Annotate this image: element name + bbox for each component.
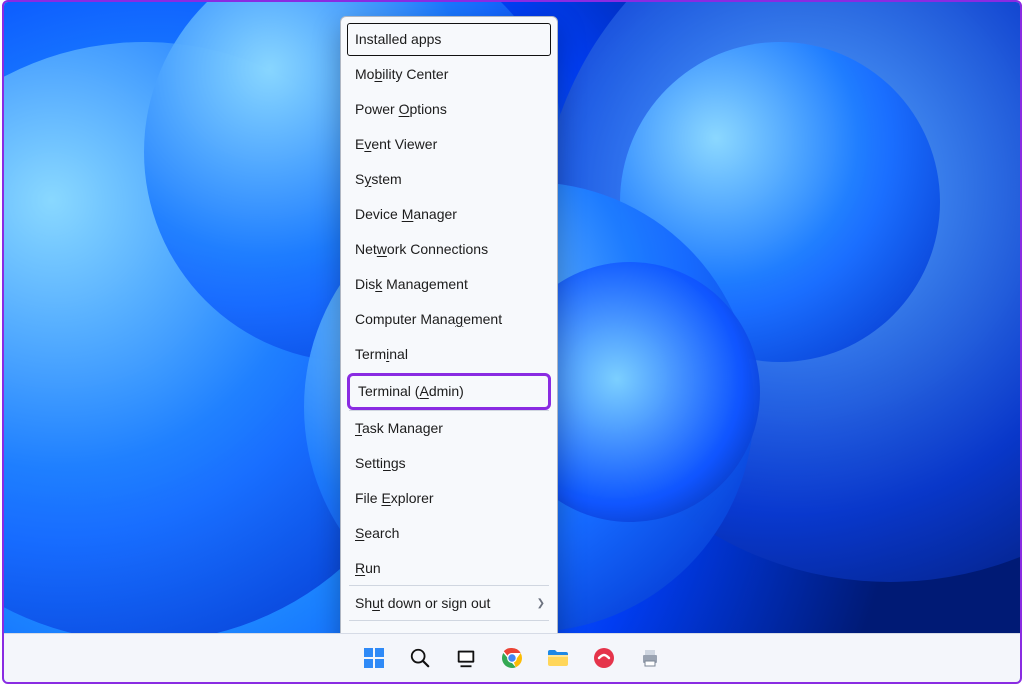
winx-item-device-manager[interactable]: Device Manager xyxy=(341,197,557,232)
mnemonic: A xyxy=(419,383,428,399)
winx-item-shut-down-or-sign-out[interactable]: Shut down or sign out ❯ xyxy=(341,586,557,621)
menu-item-label: gs xyxy=(391,455,406,471)
winx-item-installed-apps[interactable]: Installed apps xyxy=(347,23,551,56)
menu-item-label: Net xyxy=(355,241,377,257)
menu-item-label: Terminal ( xyxy=(358,383,419,399)
menu-item-label: Sh xyxy=(355,595,372,611)
menu-item-label: anager xyxy=(413,206,457,222)
mnemonic: w xyxy=(377,241,387,257)
folder-icon xyxy=(546,646,570,670)
menu-item-label: Power xyxy=(355,101,399,117)
menu-item-label: ptions xyxy=(409,101,446,117)
winx-item-power-options[interactable]: Power Options xyxy=(341,92,557,127)
chrome-icon xyxy=(500,646,524,670)
mnemonic: u xyxy=(372,595,380,611)
menu-item-label: Term xyxy=(355,346,386,362)
menu-item-label: Mo xyxy=(355,66,374,82)
taskbar xyxy=(4,633,1020,682)
menu-item-label: t down or sign out xyxy=(380,595,491,611)
winx-context-menu: Installed appsMobility CenterPower Optio… xyxy=(340,16,558,661)
mnemonic: R xyxy=(355,560,365,576)
winx-item-search[interactable]: Search xyxy=(341,516,557,551)
task-view-icon xyxy=(455,647,477,669)
winx-item-computer-management[interactable]: Computer Management xyxy=(341,302,557,337)
winx-item-mobility-center[interactable]: Mobility Center xyxy=(341,57,557,92)
menu-item-label: un xyxy=(365,560,381,576)
winx-item-network-connections[interactable]: Network Connections xyxy=(341,232,557,267)
search-icon xyxy=(409,647,431,669)
menu-item-label: ask Manager xyxy=(362,420,443,436)
printer-icon xyxy=(638,646,662,670)
chevron-right-icon: ❯ xyxy=(537,595,545,613)
menu-item-label: stem xyxy=(371,171,401,187)
mnemonic: n xyxy=(383,455,391,471)
winx-item-terminal-admin[interactable]: Terminal (Admin) xyxy=(347,373,551,410)
menu-item-label: dmin) xyxy=(429,383,464,399)
menu-item-label: earch xyxy=(364,525,399,541)
menu-item-label: Management xyxy=(382,276,468,292)
start-button[interactable] xyxy=(356,640,392,676)
menu-item-label: ement xyxy=(463,311,502,327)
winx-item-system[interactable]: System xyxy=(341,162,557,197)
printer-button[interactable] xyxy=(632,640,668,676)
mnemonic: O xyxy=(399,101,410,117)
media-app-button[interactable] xyxy=(586,640,622,676)
menu-item-label: ork Connections xyxy=(387,241,488,257)
task-view-button[interactable] xyxy=(448,640,484,676)
menu-item-label: nal xyxy=(389,346,408,362)
file-explorer-button[interactable] xyxy=(540,640,576,676)
windows-logo-icon xyxy=(362,646,386,670)
menu-item-label: xplorer xyxy=(391,490,434,506)
menu-item-label: ility Center xyxy=(382,66,448,82)
menu-item-label: Device xyxy=(355,206,402,222)
winx-item-file-explorer[interactable]: File Explorer xyxy=(341,481,557,516)
menu-item-label: Dis xyxy=(355,276,375,292)
menu-item-label: S xyxy=(355,171,364,187)
winx-item-run[interactable]: Run xyxy=(341,551,557,586)
menu-item-label: File xyxy=(355,490,381,506)
menu-item-label: Setti xyxy=(355,455,383,471)
winx-item-event-viewer[interactable]: Event Viewer xyxy=(341,127,557,162)
mnemonic: S xyxy=(355,525,364,541)
winx-item-settings[interactable]: Settings xyxy=(341,446,557,481)
winx-item-task-manager[interactable]: Task Manager xyxy=(341,411,557,446)
media-app-icon xyxy=(592,646,616,670)
menu-item-label: E xyxy=(355,136,364,152)
search-button[interactable] xyxy=(402,640,438,676)
mnemonic: T xyxy=(355,420,362,436)
menu-item-label: Installed apps xyxy=(355,31,441,47)
winx-item-terminal[interactable]: Terminal xyxy=(341,337,557,372)
chrome-button[interactable] xyxy=(494,640,530,676)
mnemonic: M xyxy=(402,206,414,222)
menu-item-label: Computer Mana xyxy=(355,311,455,327)
menu-item-label: ent Viewer xyxy=(371,136,437,152)
mnemonic: E xyxy=(381,490,390,506)
winx-item-disk-management[interactable]: Disk Management xyxy=(341,267,557,302)
